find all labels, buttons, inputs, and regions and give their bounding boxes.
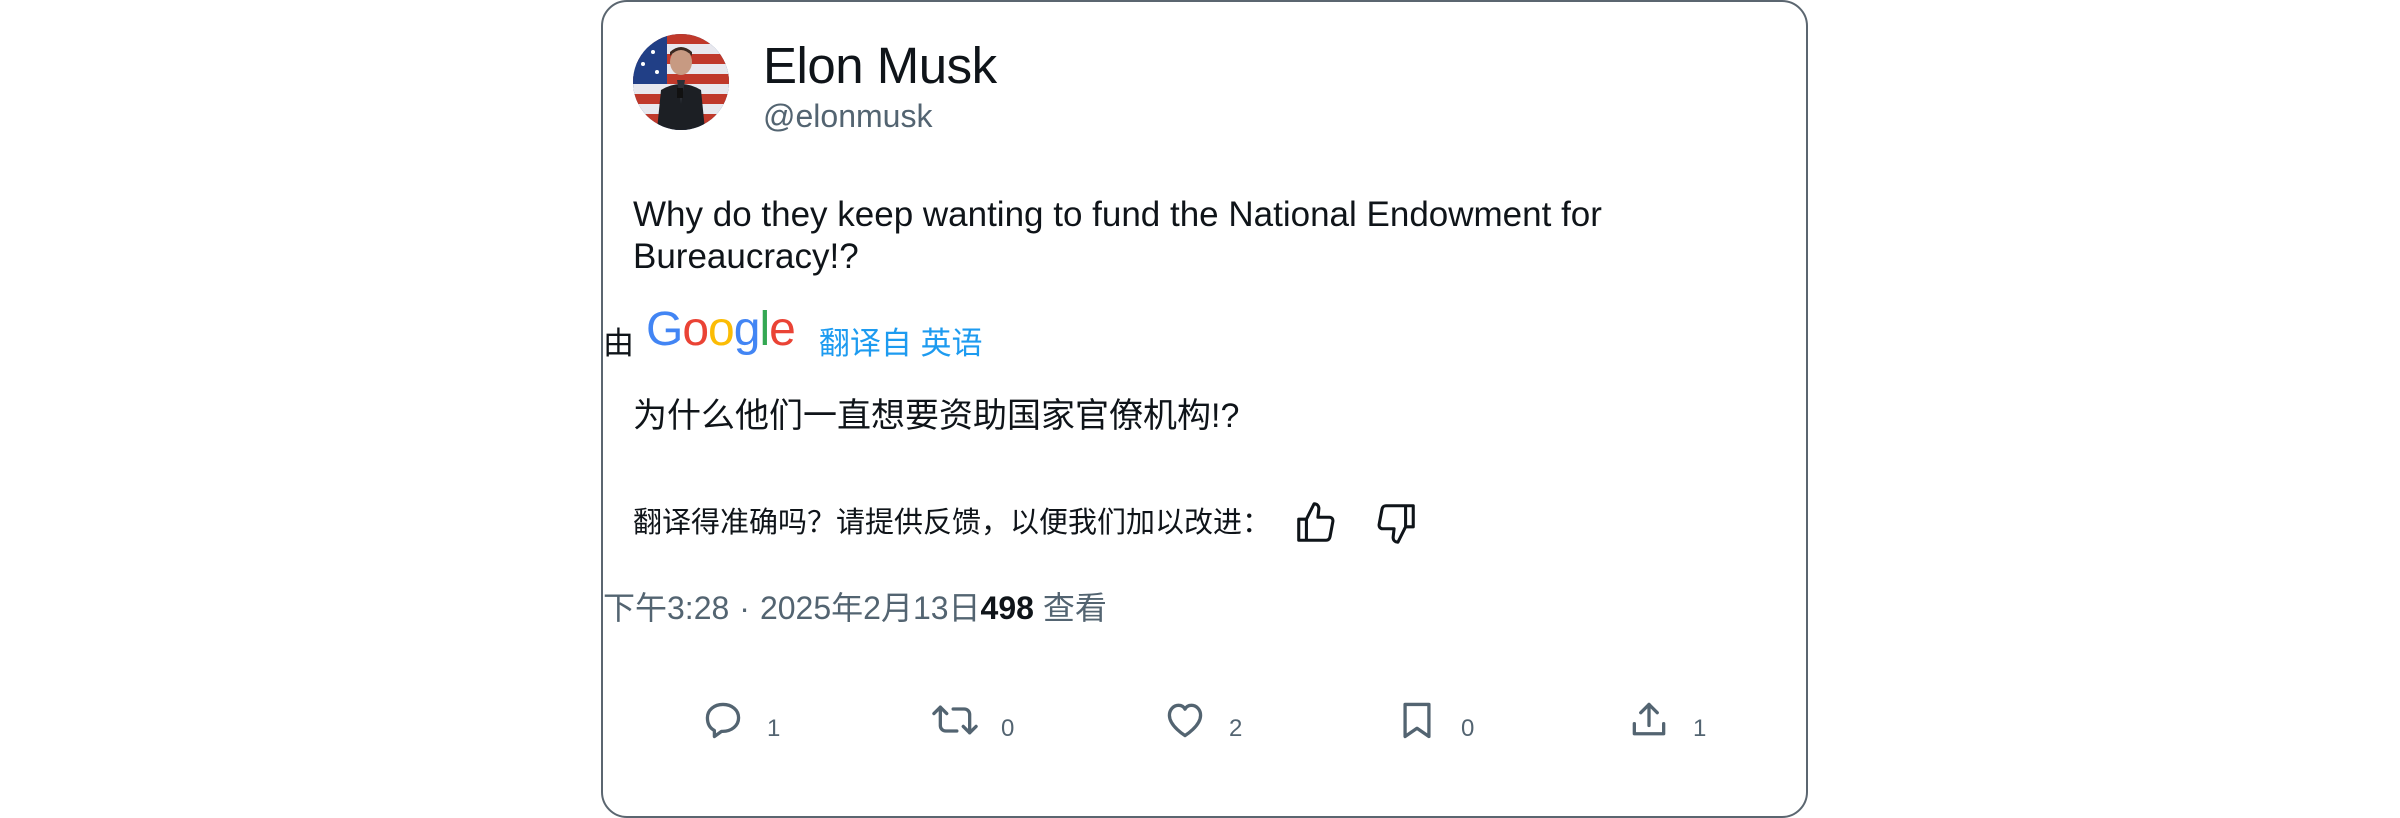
tweet-date[interactable]: 2025年2月13日 xyxy=(760,590,981,626)
translated-by-label: 由 xyxy=(603,326,634,361)
author-handle[interactable]: @elonmusk xyxy=(763,96,997,136)
bookmark-count: 0 xyxy=(1461,715,1475,742)
tweet-meta: 下午3:28 · 2025年2月13日498 查看 xyxy=(603,588,1107,628)
retweet-icon xyxy=(932,705,978,735)
avatar[interactable] xyxy=(633,34,729,130)
google-logo-letter: o xyxy=(708,303,735,356)
heart-icon xyxy=(1167,703,1203,738)
share-button[interactable]: 1 xyxy=(1627,690,1706,750)
google-logo-letter: e xyxy=(769,303,796,356)
thumbs-up-icon xyxy=(1297,502,1335,542)
retweet-count: 0 xyxy=(1001,715,1015,742)
google-logo: Google xyxy=(646,303,796,356)
google-logo-letter: G xyxy=(646,303,683,356)
author-display-name[interactable]: Elon Musk xyxy=(763,38,997,94)
thumbs-down-button[interactable] xyxy=(1371,498,1421,548)
tweet-header: Elon Musk @elonmusk xyxy=(633,34,997,134)
avatar-image xyxy=(633,34,729,130)
like-button[interactable]: 2 xyxy=(1163,690,1242,750)
feedback-prompt: 翻译得准确吗？请提供反馈，以便我们加以改进： xyxy=(633,507,1272,539)
share-icon xyxy=(1632,702,1666,736)
google-logo-letter: g xyxy=(733,303,761,356)
translation-attribution: 由 Google 翻译自 英语 xyxy=(603,298,982,368)
bookmark-button[interactable]: 0 xyxy=(1395,690,1474,750)
views-count: 498 xyxy=(980,590,1034,626)
reply-button[interactable]: 1 xyxy=(701,690,780,750)
translation-feedback: 翻译得准确吗？请提供反馈，以便我们加以改进： xyxy=(633,494,1421,552)
google-logo-letter: l xyxy=(759,303,770,356)
like-count: 2 xyxy=(1229,715,1243,742)
google-logo-letter: o xyxy=(682,303,709,356)
tweet-actions: 1 0 2 0 1 xyxy=(603,690,1810,750)
tweet-time[interactable]: 下午3:28 xyxy=(603,590,729,626)
translated-text: 为什么他们一直想要资助国家官僚机构!? xyxy=(633,397,1240,435)
share-count: 1 xyxy=(1693,715,1707,742)
thumbs-up-button[interactable] xyxy=(1291,498,1341,548)
retweet-button[interactable]: 0 xyxy=(931,690,1014,750)
views-label: 查看 xyxy=(1033,590,1107,626)
translate-from-english-link[interactable]: 翻译自 英语 xyxy=(819,326,983,362)
reply-icon xyxy=(705,702,741,739)
author-names: Elon Musk @elonmusk xyxy=(763,38,997,136)
reply-count: 1 xyxy=(767,715,781,742)
tweet-text: Why do they keep wanting to fund the Nat… xyxy=(633,195,1602,276)
bookmark-icon xyxy=(1403,702,1431,739)
meta-separator: · xyxy=(739,590,750,626)
tweet-card: Elon Musk @elonmusk Why do they keep wan… xyxy=(601,0,1808,818)
thumbs-down-icon xyxy=(1377,504,1415,544)
